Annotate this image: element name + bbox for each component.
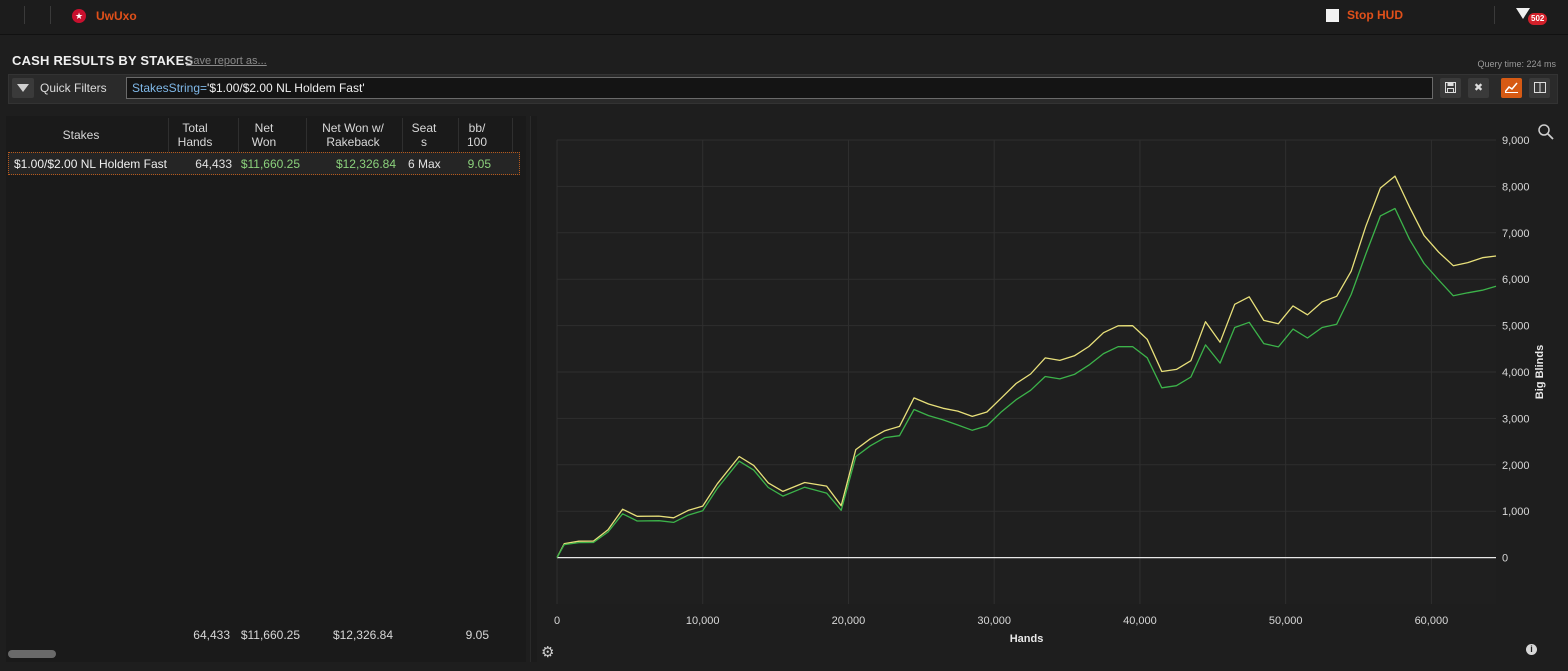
quick-filters-button[interactable] — [12, 78, 34, 98]
save-filter-button[interactable] — [1440, 78, 1461, 98]
y-tick-label: 8,000 — [1502, 181, 1530, 193]
graph-view-button[interactable] — [1501, 78, 1522, 98]
y-tick-label: 2,000 — [1502, 460, 1530, 472]
y-tick-label: 0 — [1502, 553, 1508, 565]
header-line: Won — [251, 135, 277, 149]
filter-key: StakesString= — [132, 81, 208, 95]
column-separator — [168, 118, 169, 152]
y-tick-label: 4,000 — [1502, 367, 1530, 379]
column-separator — [458, 118, 459, 152]
column-header-net-won-rakeback[interactable]: Net Won w/Rakeback — [310, 121, 396, 155]
zoom-icon[interactable] — [1538, 124, 1554, 140]
site-logo-icon: ★ — [72, 9, 86, 23]
total-bb100: 9.05 — [465, 628, 489, 642]
cell-hands: 64,433 — [195, 157, 232, 171]
y-axis-title: Big Blinds — [1534, 345, 1546, 399]
header-line: Hands — [177, 135, 213, 149]
column-separator — [402, 118, 403, 152]
x-axis-title: Hands — [1010, 633, 1044, 645]
filter-expression-input[interactable]: StakesString='$1.00/$2.00 NL Holdem Fast… — [126, 77, 1433, 99]
cell-bb100: 9.05 — [467, 157, 491, 171]
notification-badge: 502 — [1528, 13, 1548, 25]
header-line: s — [421, 135, 427, 149]
close-icon: ✖ — [1473, 82, 1484, 94]
x-tick-label: 30,000 — [977, 615, 1011, 627]
header-line: bb/ — [468, 121, 486, 135]
horizontal-scrollbar[interactable] — [8, 650, 56, 658]
column-header-seats[interactable]: Seat s — [406, 121, 442, 155]
x-tick-label: 0 — [554, 615, 560, 627]
y-tick-label: 3,000 — [1502, 413, 1530, 425]
column-header-bb100[interactable]: bb/100 — [462, 121, 492, 155]
header-line: 100 — [466, 135, 488, 149]
total-net-won: $11,660.25 — [240, 628, 300, 642]
header-line: Rakeback — [326, 135, 380, 149]
header-line: Net Won w/ — [322, 121, 384, 135]
y-tick-label: 5,000 — [1502, 321, 1530, 333]
column-separator — [306, 118, 307, 152]
y-tick-label: 1,000 — [1502, 506, 1530, 518]
x-tick-label: 10,000 — [686, 615, 720, 627]
player-name[interactable]: UwUxo — [96, 9, 137, 23]
results-graph: 0 1,000 2,000 3,000 4,000 5,000 6,000 7,000 8,00… — [536, 116, 1568, 668]
column-separator — [512, 118, 513, 152]
line-chart-icon — [1504, 82, 1518, 93]
clear-filter-button[interactable]: ✖ — [1468, 78, 1489, 98]
stakes-table — [6, 116, 526, 662]
y-tick-label: 6,000 — [1502, 274, 1530, 286]
filter-value: '$1.00/$2.00 NL Holdem Fast' — [207, 81, 365, 95]
divider — [1494, 6, 1495, 24]
save-icon — [1445, 82, 1456, 93]
header-line: Seat — [411, 121, 437, 135]
stop-hud-label[interactable]: Stop HUD — [1347, 8, 1403, 22]
columns-icon — [1533, 82, 1546, 93]
x-tick-label: 20,000 — [832, 615, 866, 627]
cell-net-won-rakeback: $12,326.84 — [335, 157, 396, 171]
cell-net-won: $11,660.25 — [240, 157, 300, 171]
info-icon[interactable]: i — [1526, 644, 1537, 655]
split-view-button[interactable] — [1529, 78, 1550, 98]
filter-icon — [17, 84, 29, 92]
total-net-won-rakeback: $12,326.84 — [332, 628, 393, 642]
column-header-total-hands[interactable]: Total Hands — [172, 121, 218, 155]
y-tick-label: 9,000 — [1502, 135, 1530, 147]
notifications-button[interactable]: 502 — [1514, 4, 1548, 28]
results-chart-svg: 0 1,000 2,000 3,000 4,000 5,000 6,000 7,000 8,00… — [554, 124, 1554, 645]
x-tick-label: 50,000 — [1269, 615, 1303, 627]
query-time: Query time: 224 ms — [1477, 59, 1556, 69]
x-tick-label: 60,000 — [1415, 615, 1449, 627]
column-separator — [238, 118, 239, 152]
column-header-net-won[interactable]: Net Won — [244, 121, 284, 155]
divider — [24, 6, 25, 24]
gear-icon[interactable]: ⚙ — [541, 643, 554, 661]
y-tick-label: 7,000 — [1502, 228, 1530, 240]
x-tick-label: 40,000 — [1123, 615, 1157, 627]
header-line: Total — [182, 121, 208, 135]
header-line: Net — [254, 121, 274, 135]
save-report-link[interactable]: Save report as... — [186, 55, 267, 67]
quick-filters-label: Quick Filters — [40, 81, 107, 95]
divider — [50, 6, 51, 24]
cell-stakes: $1.00/$2.00 NL Holdem Fast — [14, 157, 167, 171]
stop-hud-checkbox[interactable] — [1326, 9, 1339, 22]
page-title: CASH RESULTS BY STAKES — [12, 53, 194, 68]
cell-seats: 6 Max — [408, 157, 441, 171]
total-hands: 64,433 — [193, 628, 230, 642]
